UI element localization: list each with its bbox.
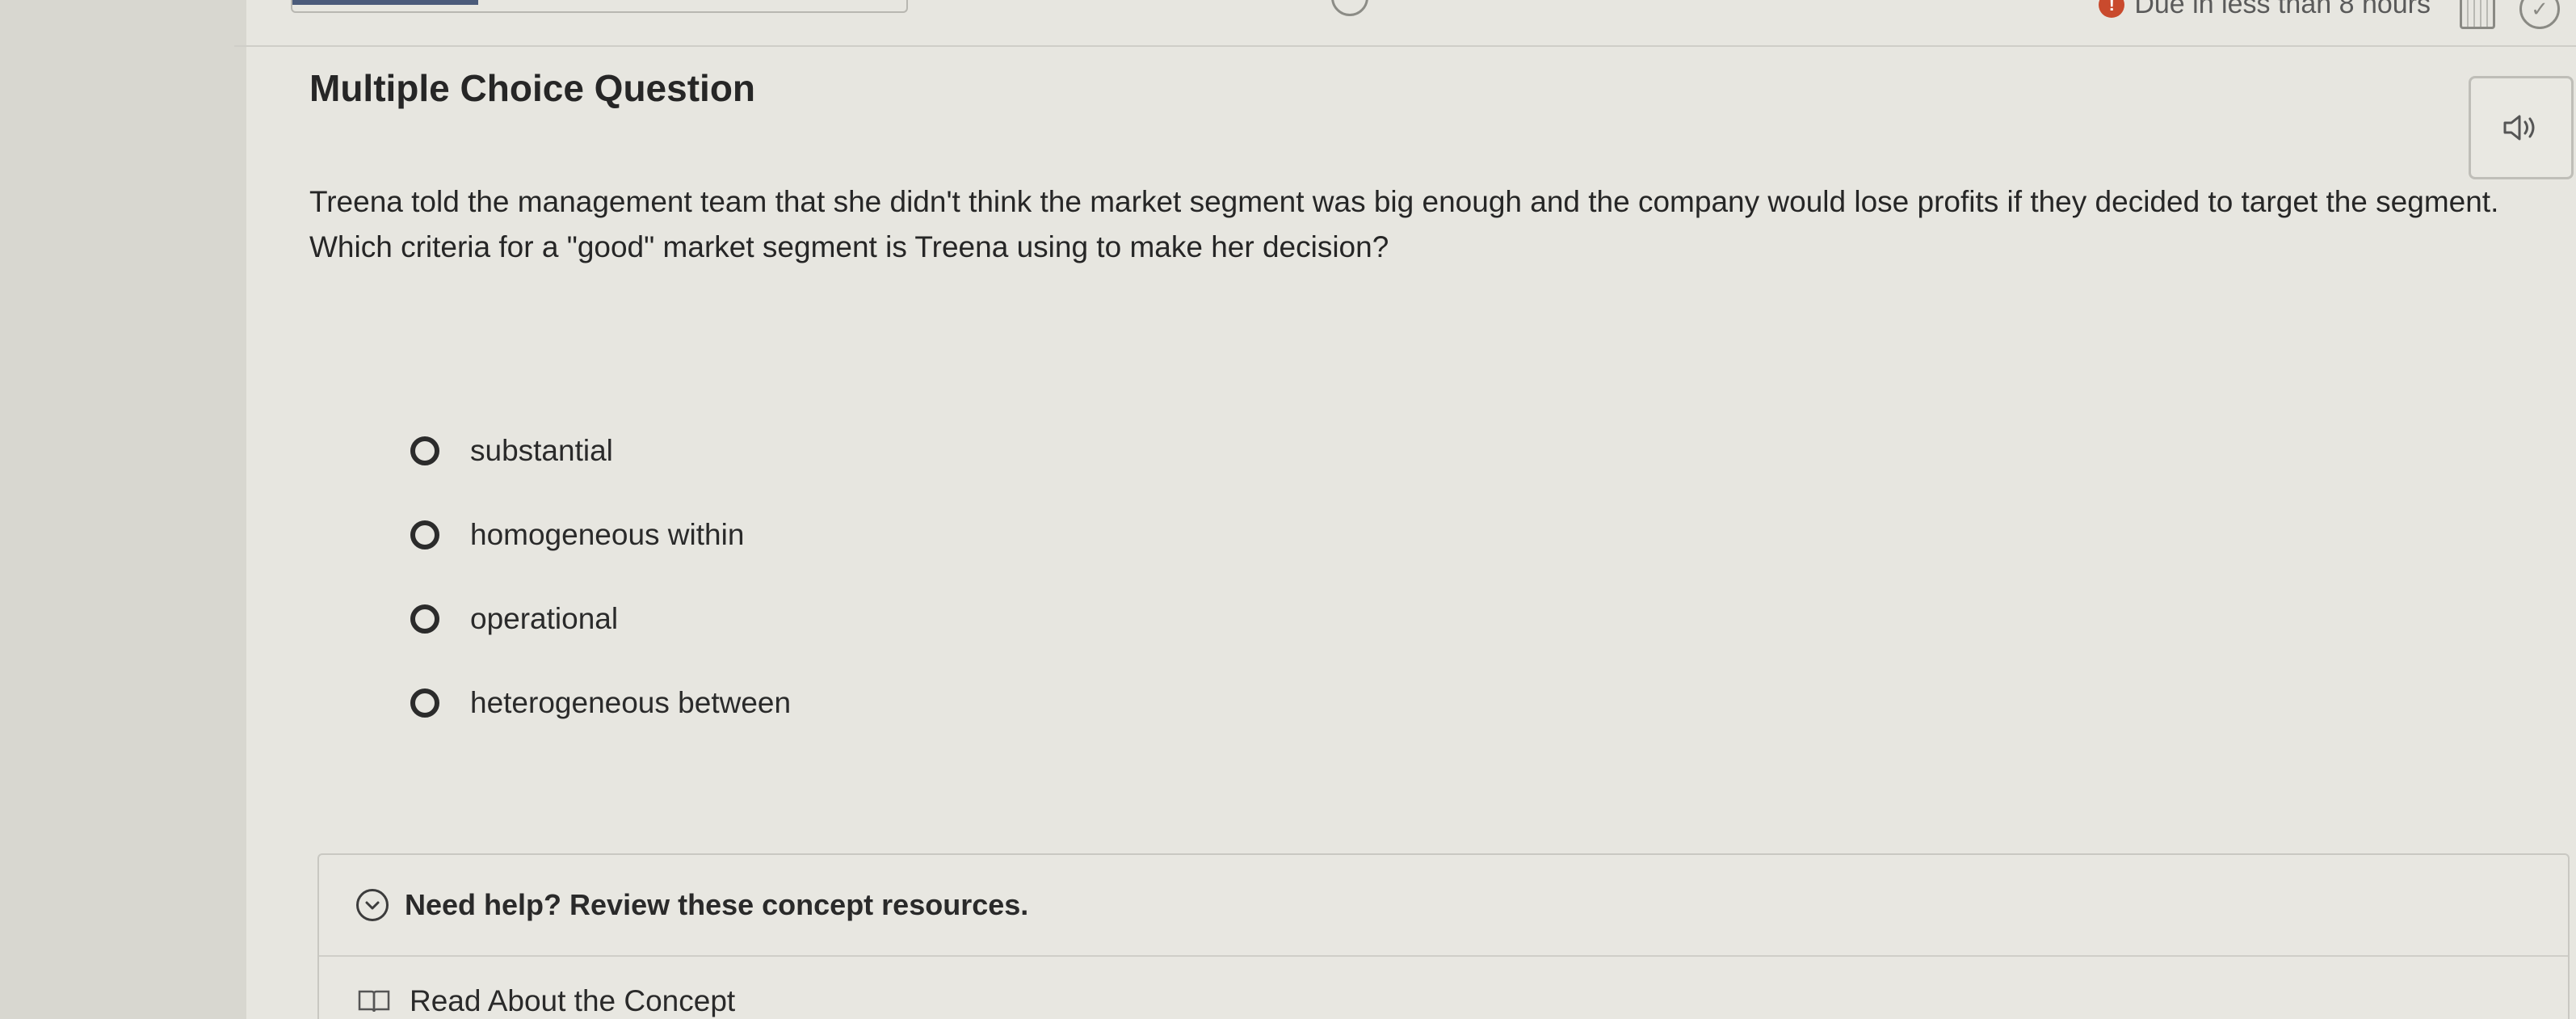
progress-bar-fill: [292, 0, 478, 5]
radio-button[interactable]: [410, 688, 439, 718]
concept-resources-header: Need help? Review these concept resource…: [405, 888, 1029, 921]
alert-icon: !: [2099, 0, 2125, 18]
check-circle-icon[interactable]: ✓: [2519, 0, 2560, 29]
answer-option-homogeneous-within[interactable]: homogeneous within: [410, 493, 791, 577]
radio-button[interactable]: [410, 604, 439, 634]
read-about-concept-label: Read About the Concept: [410, 984, 736, 1017]
read-aloud-button[interactable]: [2469, 76, 2574, 179]
question-prompt: Treena told the management team that she…: [309, 185, 2499, 263]
radio-button[interactable]: [410, 520, 439, 550]
info-circle-icon[interactable]: [1331, 0, 1368, 16]
answer-option-label: substantial: [470, 434, 613, 467]
radio-button[interactable]: [410, 436, 439, 465]
answer-option-label: heterogeneous between: [470, 686, 792, 719]
question-type-title: Multiple Choice Question: [309, 67, 756, 109]
left-gutter: [0, 0, 246, 1019]
book-icon: [358, 990, 390, 1013]
answer-option-heterogeneous-between[interactable]: heterogeneous between: [410, 661, 791, 745]
concept-resources-panel: Need help? Review these concept resource…: [317, 853, 2570, 1019]
answer-option-label: homogeneous within: [470, 518, 745, 551]
speaker-icon: [2503, 115, 2535, 141]
chevron-down-icon: [356, 889, 389, 921]
concept-resources-toggle[interactable]: Need help? Review these concept resource…: [319, 855, 2568, 957]
calendar-icon[interactable]: [2460, 0, 2495, 29]
due-text: Due in less than 8 hours: [2134, 0, 2431, 19]
page: ! Due in less than 8 hours ✓ Multiple Ch…: [0, 0, 2576, 1019]
read-about-concept-link[interactable]: Read About the Concept: [358, 984, 735, 1018]
top-bar: ! Due in less than 8 hours ✓: [234, 0, 2576, 47]
due-status: ! Due in less than 8 hours: [2099, 0, 2431, 20]
answer-options: substantial homogeneous within operation…: [410, 409, 791, 745]
answer-option-substantial[interactable]: substantial: [410, 409, 791, 493]
answer-option-operational[interactable]: operational: [410, 577, 791, 661]
answer-option-label: operational: [470, 602, 619, 635]
progress-bar: [291, 0, 908, 13]
